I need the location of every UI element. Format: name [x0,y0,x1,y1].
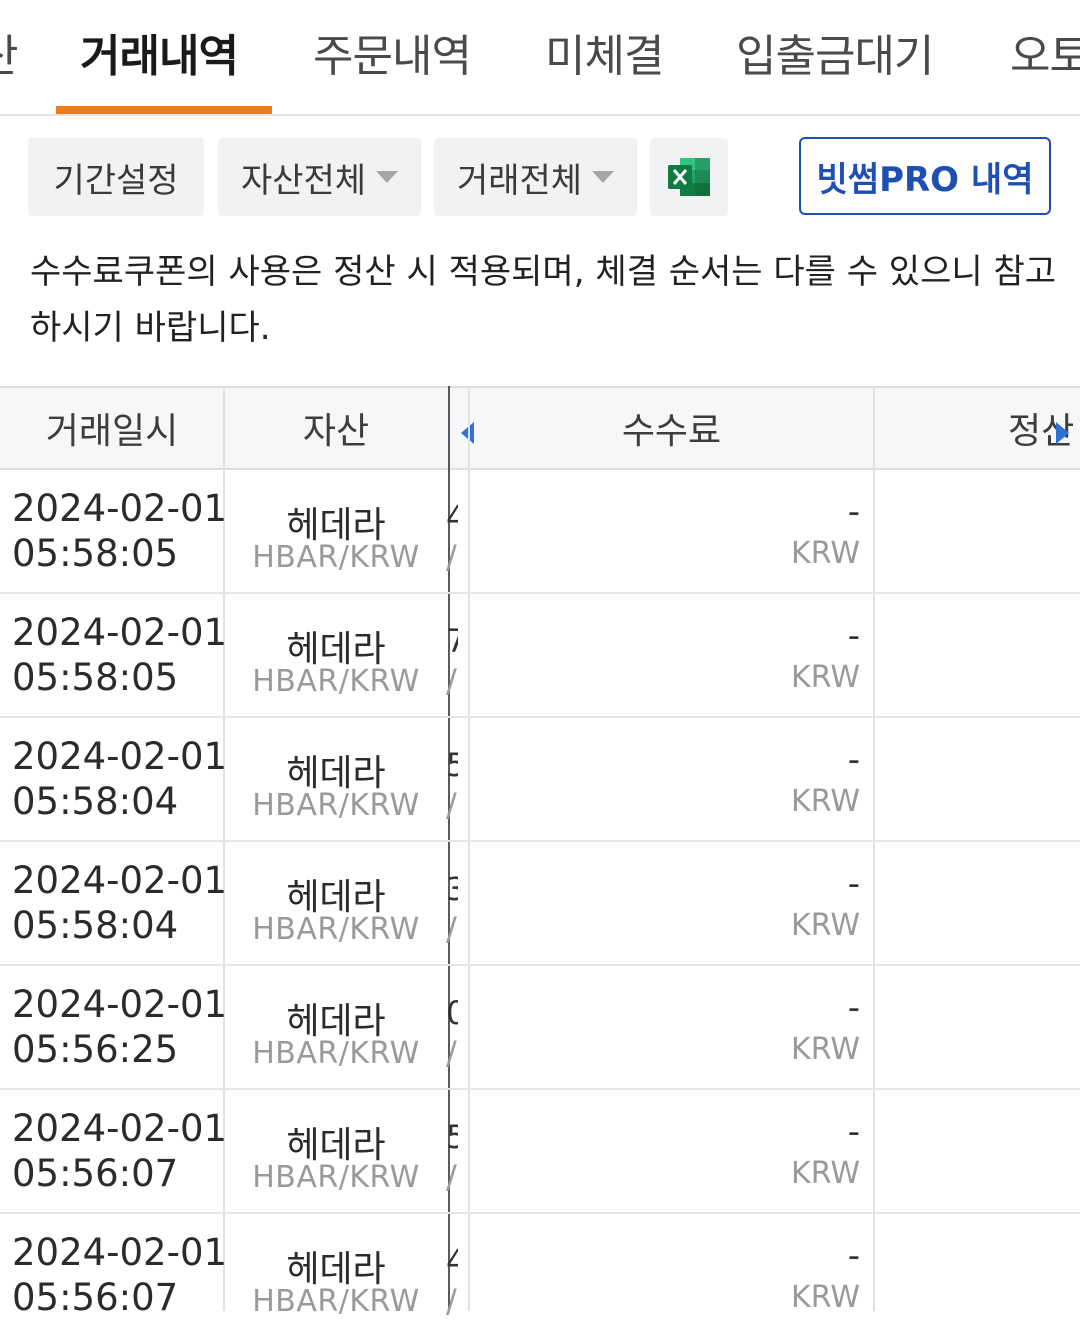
trade-datetime: 2024-02-01 05:58:05 [12,487,228,575]
trade-datetime: 2024-02-01 05:56:07 [12,1107,228,1195]
hidden-column-peek: 3 [446,870,458,908]
fee-value: - [847,616,860,656]
asset-pair: HBAR/KRW [252,540,420,575]
active-tab-indicator [56,106,272,114]
table-row[interactable]: 2024-02-01 05:58:04 헤데라 HBAR/KRW 5 / - KR… [0,718,1080,842]
fee-unit: KRW [791,1280,860,1315]
trade-datetime: 2024-02-01 05:58:04 [12,859,228,947]
asset-pair: HBAR/KRW [252,664,420,699]
table-header: 거래일시 자산 수수료 정산 [0,386,1080,470]
fee-unit: KRW [791,1156,860,1191]
fee-value: - [847,1236,860,1276]
excel-download-button[interactable] [650,138,728,216]
chevron-down-icon [376,171,399,183]
hidden-column-peek: 0 [446,994,458,1032]
hidden-column-peek: 4 [446,498,458,536]
tab-unfilled[interactable]: 미체결 [545,20,664,84]
trade-datetime: 2024-02-01 05:56:25 [12,983,228,1071]
table-row[interactable]: 2024-02-01 05:56:07 헤데라 HBAR/KRW 4 / - KR… [0,1214,1080,1320]
hidden-column-peek: / [446,662,457,700]
tab-order-history[interactable]: 주문내역 [313,20,472,84]
scroll-right-arrow-icon[interactable] [1056,422,1069,444]
trade-datetime: 2024-02-01 05:58:04 [12,735,228,823]
hidden-column-peek: / [446,1158,457,1196]
fee-value: - [847,492,860,532]
hidden-column-peek: 4 [446,1242,458,1280]
hidden-column-peek: / [446,1034,457,1072]
trade-filter-dropdown[interactable]: 거래전체 [434,138,637,216]
tab-partial-left[interactable]: 산 [0,20,18,84]
hidden-column-peek: / [446,538,457,576]
fee-unit: KRW [791,660,860,695]
table-row[interactable]: 2024-02-01 05:56:07 헤데라 HBAR/KRW 5 / - KR… [0,1090,1080,1214]
hidden-column-peek: 7 [446,622,458,660]
column-header-datetime: 거래일시 [45,411,179,452]
table-row[interactable]: 2024-02-01 05:58:04 헤데라 HBAR/KRW 3 / - KR… [0,842,1080,966]
trade-datetime: 2024-02-01 05:58:05 [12,611,228,699]
hidden-column-peek: / [446,910,457,948]
fee-value: - [847,988,860,1028]
hidden-column-peek: / [446,1282,457,1320]
column-header-fee: 수수료 [621,411,722,452]
fee-value: - [847,740,860,780]
asset-filter-dropdown[interactable]: 자산전체 [218,138,421,216]
fee-unit: KRW [791,536,860,571]
table-row[interactable]: 2024-02-01 05:58:05 헤데라 HBAR/KRW 4 / - KR… [0,470,1080,594]
tab-trade-history[interactable]: 거래내역 [80,20,239,84]
fee-coupon-notice: 수수료쿠폰의 사용은 정산 시 적용되며, 체결 순서는 다를 수 있으니 참고… [30,252,1057,348]
fee-value: - [847,864,860,904]
table-row[interactable]: 2024-02-01 05:56:25 헤데라 HBAR/KRW 0 / - KR… [0,966,1080,1090]
excel-icon [668,158,710,196]
asset-pair: HBAR/KRW [252,788,420,823]
chevron-down-icon [592,171,615,183]
period-setting-button[interactable]: 기간설정 [28,138,204,216]
fee-unit: KRW [791,1032,860,1067]
period-setting-label: 기간설정 [53,160,179,201]
tab-deposit-pending[interactable]: 입출금대기 [736,20,934,84]
asset-pair: HBAR/KRW [252,1284,420,1319]
bithumb-pro-history-button[interactable]: 빗썸PRO 내역 [799,137,1051,215]
fee-unit: KRW [791,908,860,943]
asset-filter-label: 자산전체 [240,160,367,201]
asset-pair: HBAR/KRW [252,912,420,947]
hidden-column-peek: 5 [446,746,458,784]
asset-pair: HBAR/KRW [252,1036,420,1071]
tab-auto[interactable]: 오토 [1010,20,1080,84]
fee-unit: KRW [791,784,860,819]
column-header-asset: 자산 [302,411,370,452]
hidden-column-peek: / [446,786,457,824]
bithumb-pro-history-label: 빗썸PRO 내역 [816,159,1034,200]
table-row[interactable]: 2024-02-01 05:58:05 헤데라 HBAR/KRW 7 / - KR… [0,594,1080,718]
column-header-settlement: 정산 [1008,411,1075,452]
trade-datetime: 2024-02-01 05:56:07 [12,1231,228,1319]
trade-filter-label: 거래전체 [456,160,583,201]
hidden-column-peek: 5 [446,1118,458,1156]
tab-bar: 산 거래내역 주문내역 미체결 입출금대기 오토 [0,0,1080,116]
fee-value: - [847,1112,860,1152]
asset-pair: HBAR/KRW [252,1160,420,1195]
